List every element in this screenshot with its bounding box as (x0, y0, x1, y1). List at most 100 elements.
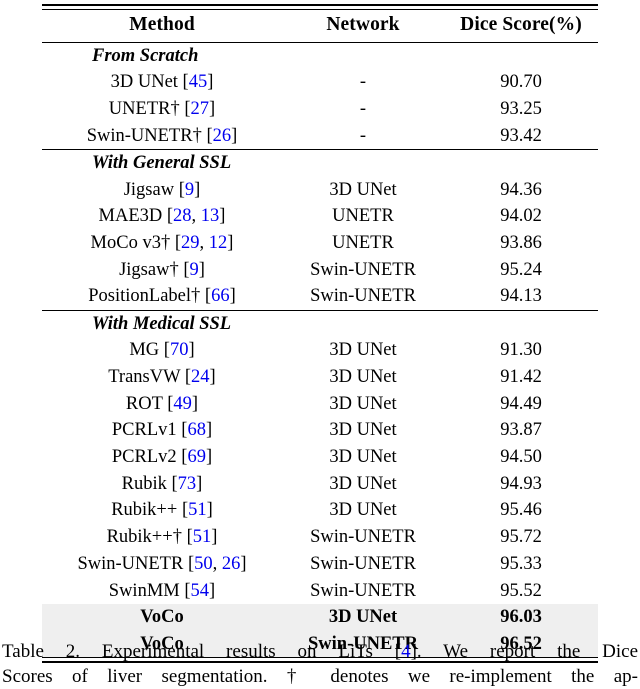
reference-link[interactable]: 9 (190, 260, 199, 280)
reference-link[interactable]: 70 (170, 340, 189, 360)
reference-link[interactable]: 50 (194, 554, 213, 574)
ref-bracket-close: ] (240, 554, 246, 574)
cell-dice-score: 95.72 (444, 524, 598, 551)
reference-link[interactable]: 13 (201, 206, 220, 226)
cell-network: 3D UNet (282, 177, 444, 204)
reference-link[interactable]: 66 (211, 286, 230, 306)
table-row: Jigsaw [9]3D UNet94.36 (42, 177, 598, 204)
table-row: ROT [49]3D UNet94.49 (42, 391, 598, 418)
cell-dice-score: 93.87 (444, 417, 598, 444)
cell-network: 3D UNet (282, 337, 444, 364)
caption-line1-post: . We report the Dice (417, 641, 638, 662)
table-row: PCRLv1 [68]3D UNet93.87 (42, 417, 598, 444)
method-name: PositionLabel (88, 286, 191, 306)
cell-dice-score: 93.42 (444, 123, 598, 150)
method-name: 3D UNet (111, 72, 178, 92)
reference-link[interactable]: 28 (173, 206, 192, 226)
cell-dice-score: 91.42 (444, 364, 598, 391)
ref-bracket-close: ] (206, 420, 212, 440)
cell-network: 3D UNet (282, 417, 444, 444)
reference-link[interactable]: 9 (185, 180, 194, 200)
cell-network: 3D UNet (282, 364, 444, 391)
ref-bracket-close: ] (207, 72, 213, 92)
ref-separator: , (192, 206, 201, 226)
method-name: PCRLv1 (112, 420, 177, 440)
section-header-row: With General SSL (42, 150, 598, 176)
reference-link[interactable]: 73 (178, 474, 197, 494)
cell-dice-score: 91.30 (444, 337, 598, 364)
cell-method: UNETR† [27] (42, 96, 282, 123)
column-header-method: Method (42, 10, 282, 43)
cell-dice-score: 94.13 (444, 283, 598, 310)
cell-method: MAE3D [28, 13] (42, 203, 282, 230)
cell-network: UNETR (282, 230, 444, 257)
cell-dice-score: 93.86 (444, 230, 598, 257)
reference-link[interactable]: 27 (191, 99, 210, 119)
cell-method: 3D UNet [45] (42, 69, 282, 96)
reference-link[interactable]: 26 (213, 126, 232, 146)
cell-network: Swin-UNETR (282, 577, 444, 604)
cell-network: - (282, 69, 444, 96)
cell-dice-score: 90.70 (444, 69, 598, 96)
cell-method: Rubik++† [51] (42, 524, 282, 551)
cell-method: Swin-UNETR [50, 26] (42, 551, 282, 578)
reference-link[interactable]: 51 (188, 500, 207, 520)
table-header-row: MethodNetworkDice Score(%) (42, 10, 598, 43)
cell-network: UNETR (282, 203, 444, 230)
ref-bracket-close: ] (199, 260, 205, 280)
reference-link[interactable]: 51 (193, 527, 212, 547)
ref-bracket-close: ] (211, 527, 217, 547)
cell-method: TransVW [24] (42, 364, 282, 391)
ref-separator: , (213, 554, 222, 574)
caption-line1-pre: Table 2. Experimental results on LiTs (2, 641, 395, 662)
cell-dice-score: 94.36 (444, 177, 598, 204)
cell-network: Swin-UNETR (282, 283, 444, 310)
cell-network: Swin-UNETR (282, 257, 444, 284)
method-name: VoCo (140, 607, 184, 627)
table-row: MG [70]3D UNet91.30 (42, 337, 598, 364)
reference-link[interactable]: 24 (191, 367, 210, 387)
table-row: PositionLabel† [66]Swin-UNETR94.13 (42, 283, 598, 310)
table-row: Rubik++† [51]Swin-UNETR95.72 (42, 524, 598, 551)
cell-dice-score: 93.25 (444, 96, 598, 123)
cell-method: ROT [49] (42, 391, 282, 418)
method-name: MAE3D (99, 206, 163, 226)
reference-link[interactable]: 68 (187, 420, 206, 440)
table-row: TransVW [24]3D UNet91.42 (42, 364, 598, 391)
ref-bracket-close: ] (209, 581, 215, 601)
cell-dice-score: 94.02 (444, 203, 598, 230)
cell-network: 3D UNet (282, 391, 444, 418)
reference-link[interactable]: 54 (191, 581, 210, 601)
reference-link[interactable]: 49 (173, 394, 192, 414)
reference-link[interactable]: 12 (209, 233, 228, 253)
method-name: Swin-UNETR (77, 554, 183, 574)
reference-link[interactable]: 26 (222, 554, 241, 574)
method-name: Swin-UNETR (87, 126, 193, 146)
column-header-network: Network (282, 10, 444, 43)
cell-method: PCRLv2 [69] (42, 444, 282, 471)
method-name: PCRLv2 (112, 447, 177, 467)
cell-method: SwinMM [54] (42, 577, 282, 604)
results-table-container: MethodNetworkDice Score(%)From Scratch3D… (42, 4, 598, 663)
reference-link[interactable]: 69 (187, 447, 206, 467)
figure-page: MethodNetworkDice Score(%)From Scratch3D… (0, 0, 640, 685)
column-header-dice-score: Dice Score(%) (444, 10, 598, 43)
reference-link[interactable]: 45 (189, 72, 208, 92)
cell-method: PositionLabel† [66] (42, 283, 282, 310)
method-name: TransVW (108, 367, 180, 387)
reference-link[interactable]: 29 (181, 233, 200, 253)
table-row: Jigsaw† [9]Swin-UNETR95.24 (42, 257, 598, 284)
cell-network: 3D UNet (282, 497, 444, 524)
method-name: Jigsaw (124, 180, 174, 200)
caption-line-1: Table 2. Experimental results on LiTs [4… (2, 640, 638, 665)
ref-bracket-close: ] (209, 99, 215, 119)
table-row: PCRLv2 [69]3D UNet94.50 (42, 444, 598, 471)
table-row: Rubik++ [51]3D UNet95.46 (42, 497, 598, 524)
caption-ref-number[interactable]: 4 (401, 641, 411, 662)
table-row: Rubik [73]3D UNet94.93 (42, 471, 598, 498)
cell-method: MoCo v3† [29, 12] (42, 230, 282, 257)
dagger-marker: † (173, 527, 182, 547)
cell-network: - (282, 123, 444, 150)
method-name: Rubik (122, 474, 167, 494)
ref-bracket-close: ] (206, 447, 212, 467)
